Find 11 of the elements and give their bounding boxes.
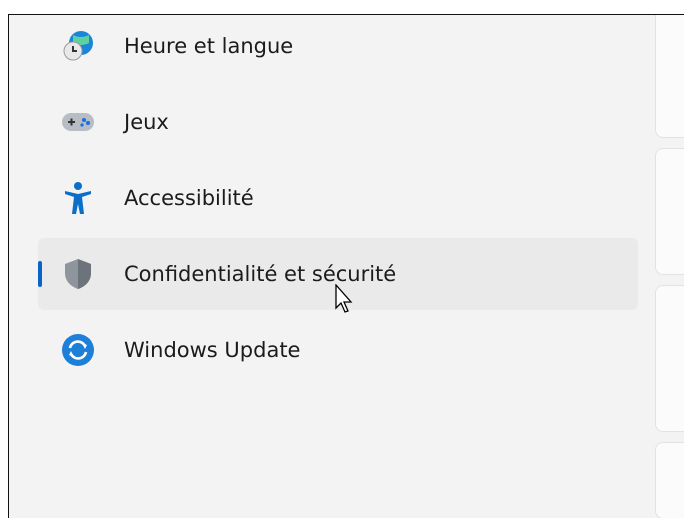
sidebar-item[interactable]: Windows Update: [38, 314, 638, 386]
sidebar-item[interactable]: Confidentialité et sécurité: [38, 238, 638, 310]
shield-icon: [63, 257, 93, 291]
person-icon: [63, 181, 93, 215]
mouse-cursor-icon: [335, 284, 355, 314]
gamepad-icon: [61, 110, 95, 134]
globe-clock-icon: [61, 29, 95, 63]
sidebar-item[interactable]: Jeux: [38, 86, 638, 158]
sidebar-item[interactable]: Accessibilité: [38, 162, 638, 234]
sidebar-item[interactable]: Heure et langue: [38, 15, 638, 82]
sync-icon: [61, 333, 95, 367]
